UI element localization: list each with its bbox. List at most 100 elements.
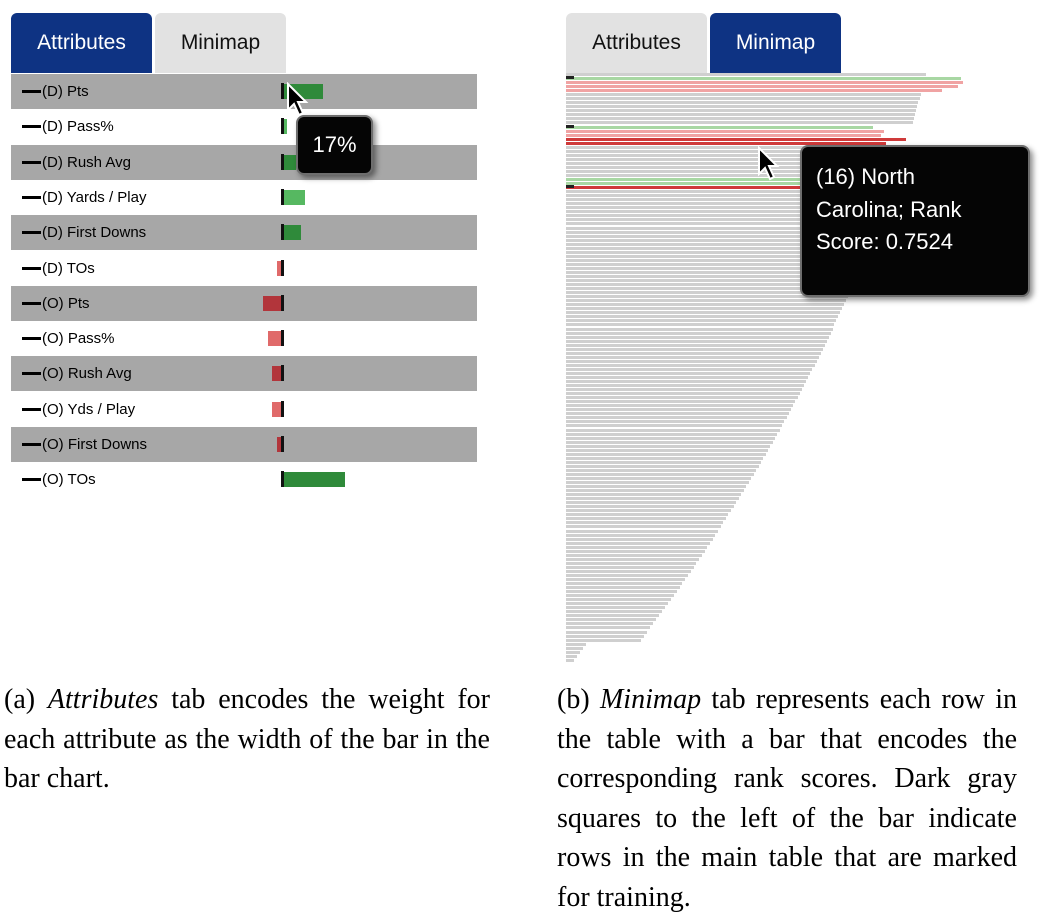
minimap-row-bar[interactable] [566,327,833,331]
minimap-row-bar[interactable] [566,549,705,553]
minimap-row-bar[interactable] [566,642,586,646]
minimap-row-bar[interactable] [566,529,718,533]
minimap-row-bar[interactable] [566,598,671,602]
tab-minimap[interactable]: Minimap [710,13,841,73]
minimap-row-bar[interactable] [566,339,827,343]
attribute-row[interactable]: (D) TOs [11,251,477,286]
minimap-row-bar[interactable] [566,109,917,113]
minimap-row-bar[interactable] [566,602,669,606]
minimap-row-bar[interactable] [566,319,837,323]
minimap-row-bar[interactable] [566,509,732,513]
minimap-row-bar[interactable] [566,456,764,460]
minimap-row-bar[interactable] [566,634,645,638]
minimap-row-bar[interactable] [566,573,689,577]
minimap-row-bar[interactable] [566,557,700,561]
minimap-row-bar[interactable] [566,452,766,456]
attribute-row[interactable]: (O) Yds / Play [11,392,477,427]
minimap-row-bar[interactable] [566,485,747,489]
minimap-row-bar[interactable] [566,97,920,101]
minimap-row-bar[interactable] [566,477,752,480]
minimap-row-bar[interactable] [566,347,823,351]
minimap-row-bar[interactable] [566,533,716,537]
minimap-row-bar[interactable] [566,521,724,525]
minimap-row-bar[interactable] [566,392,800,396]
minimap-row-bar[interactable] [566,355,819,359]
attribute-row[interactable]: (D) Pts [11,74,477,109]
weight-bar[interactable] [283,472,345,488]
minimap-row-bar[interactable] [566,121,913,125]
minimap-row-bar[interactable] [566,448,769,452]
minimap-row-bar[interactable] [566,129,884,133]
minimap-row-bar[interactable] [566,367,813,371]
attribute-row[interactable]: (O) TOs [11,462,477,497]
drag-handle-icon[interactable] [22,90,41,93]
minimap-row-bar[interactable] [566,440,773,444]
minimap-row-bar[interactable] [566,513,729,517]
minimap-row-bar[interactable] [566,630,648,634]
minimap-row-bar[interactable] [566,638,642,642]
drag-handle-icon[interactable] [22,160,41,164]
minimap-row-bar[interactable] [566,315,839,319]
tab-minimap[interactable]: Minimap [155,13,286,73]
minimap-row-bar[interactable] [566,133,881,137]
minimap-row-bar[interactable] [566,610,663,614]
attribute-row[interactable]: (D) Yards / Play [11,180,477,215]
minimap-row-bar[interactable] [566,614,660,618]
weight-bar[interactable] [283,154,297,170]
attribute-row[interactable]: (D) Pass% [11,109,477,144]
weight-bar[interactable] [272,366,281,382]
minimap-row-bar[interactable] [566,178,828,182]
minimap-row-bar[interactable] [566,137,906,141]
minimap-row-bar[interactable] [566,578,686,581]
minimap-row-bar[interactable] [566,654,577,658]
minimap-row-bar[interactable] [566,489,744,493]
minimap-row-bar[interactable] [566,416,787,420]
minimap-row-bar[interactable] [566,622,654,626]
minimap-row-bar[interactable] [566,565,694,569]
minimap-row-bar[interactable] [566,299,846,303]
drag-handle-icon[interactable] [22,478,41,482]
tab-attributes[interactable]: Attributes [566,13,707,73]
minimap-row-bar[interactable] [566,424,782,428]
minimap-row-bar[interactable] [566,376,809,379]
minimap-row-bar[interactable] [566,81,963,85]
minimap-row-bar[interactable] [566,646,583,650]
minimap-row-bar[interactable] [566,105,918,109]
drag-handle-icon[interactable] [22,337,41,341]
weight-bar[interactable] [272,401,281,417]
minimap-row-bar[interactable] [566,380,807,384]
minimap-row-bar[interactable] [566,117,914,121]
minimap-row-bar[interactable] [566,517,726,521]
minimap-row-bar[interactable] [566,561,697,565]
minimap-row-bar[interactable] [566,400,796,404]
minimap-row-bar[interactable] [566,351,821,355]
weight-bar[interactable] [267,331,281,347]
minimap-row-bar[interactable] [566,468,757,472]
weight-bar[interactable] [263,295,281,311]
minimap-row-bar[interactable] [566,303,844,307]
minimap-row-bar[interactable] [566,331,831,335]
minimap-row-bar[interactable] [566,432,778,436]
minimap-row-bar[interactable] [566,113,915,117]
minimap-row-bar[interactable] [566,582,683,586]
minimap-row-bar[interactable] [566,444,771,448]
minimap-row-bar[interactable] [566,323,835,327]
minimap-row-bar[interactable] [566,505,734,509]
drag-handle-icon[interactable] [22,372,41,376]
weight-bar[interactable] [283,225,301,241]
minimap-row-bar[interactable] [566,525,721,529]
minimap-row-bar[interactable] [566,436,776,440]
minimap-row-bar[interactable] [566,493,742,497]
drag-handle-icon[interactable] [22,301,41,305]
minimap-row-bar[interactable] [566,590,677,594]
drag-handle-icon[interactable] [22,125,41,129]
minimap-row-bar[interactable] [566,618,657,622]
minimap-row-bar[interactable] [566,658,574,662]
minimap-row-bar[interactable] [566,501,737,505]
minimap-row-bar[interactable] [566,335,829,339]
minimap-row-bar[interactable] [566,497,739,501]
minimap-row-bar[interactable] [566,396,798,400]
minimap-row-bar[interactable] [566,541,710,545]
drag-handle-icon[interactable] [22,443,41,446]
minimap-row-bar[interactable] [566,545,708,549]
